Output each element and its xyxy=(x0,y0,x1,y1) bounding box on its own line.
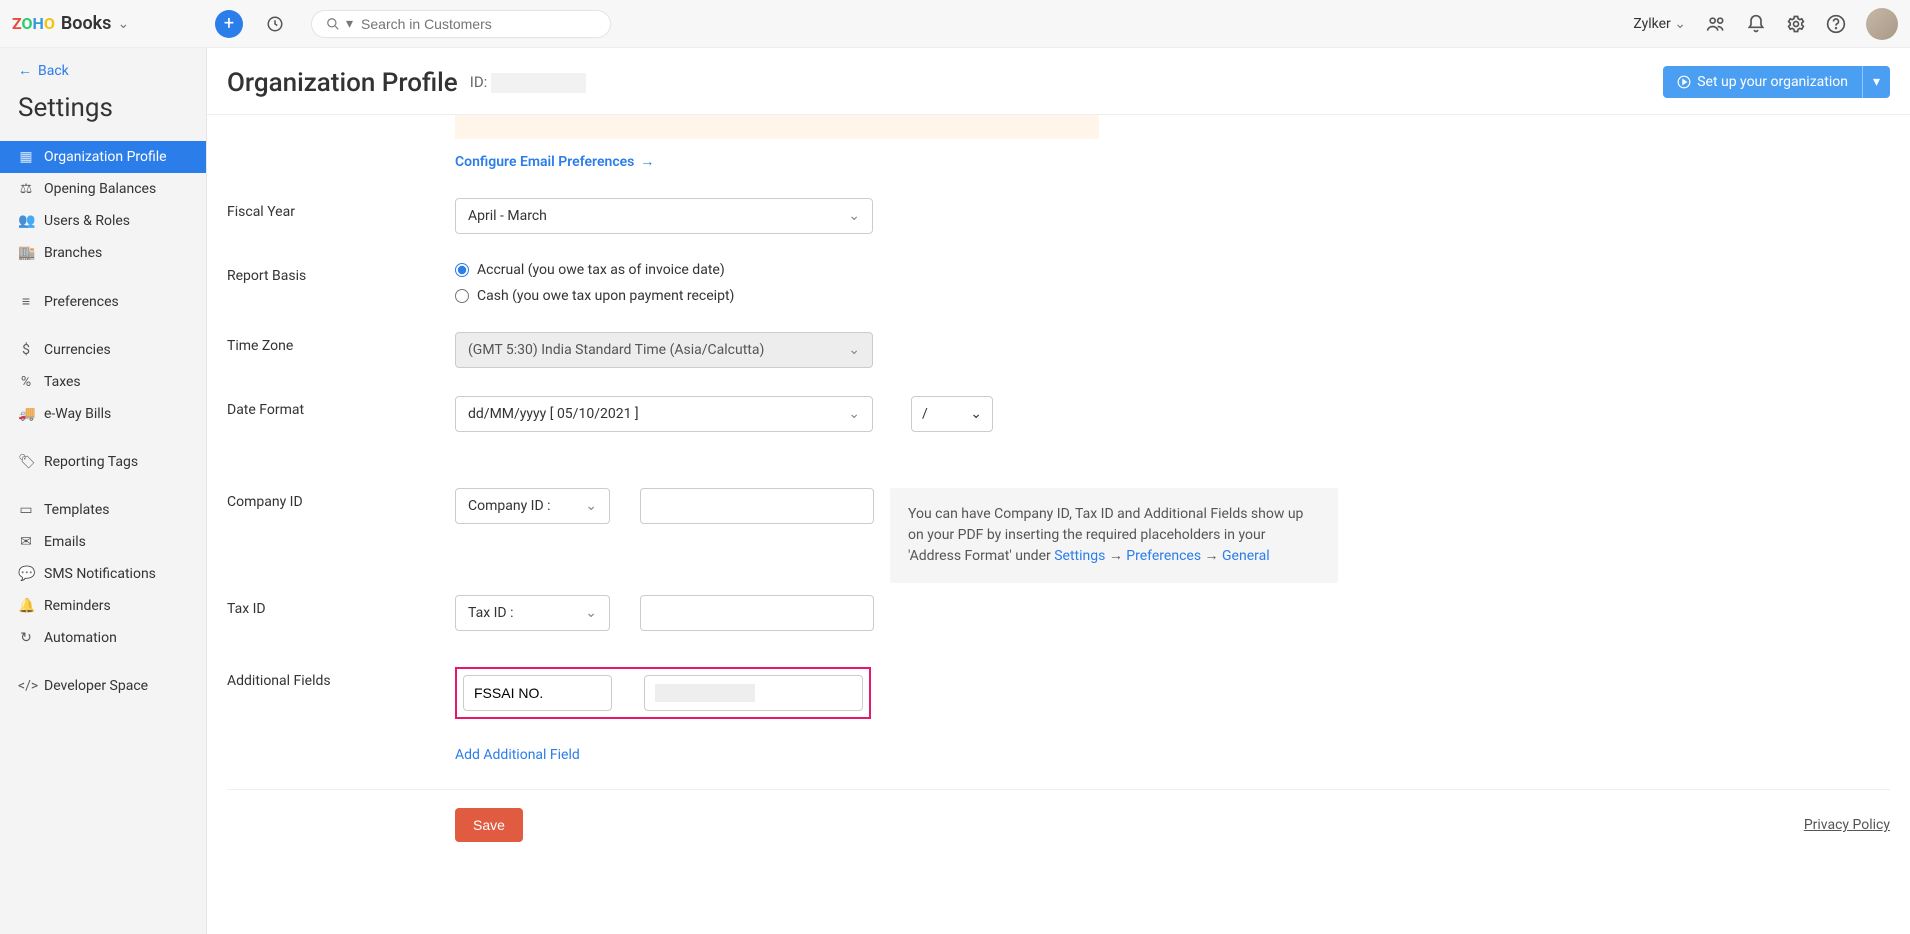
sidebar-item-opening-balances[interactable]: ⚖Opening Balances xyxy=(0,173,206,205)
sidebar-item-automation[interactable]: ↻Automation xyxy=(0,622,206,654)
template-icon: ▭ xyxy=(18,502,34,518)
sidebar-item-branches[interactable]: 🏬Branches xyxy=(0,237,206,269)
sliders-icon: ≡ xyxy=(18,293,34,310)
arrow-left-icon: ← xyxy=(18,62,32,79)
sidebar-item-currencies[interactable]: $Currencies xyxy=(0,334,206,366)
additional-field-highlight xyxy=(455,667,871,719)
quick-create-button[interactable]: + xyxy=(215,10,243,38)
balance-icon: ⚖ xyxy=(18,181,34,197)
books-logo: Books xyxy=(61,13,112,34)
search-input[interactable] xyxy=(361,16,596,32)
sidebar-item-reminders[interactable]: 🔔Reminders xyxy=(0,590,206,622)
sidebar-item-users-roles[interactable]: 👥Users & Roles xyxy=(0,205,206,237)
help-icon[interactable] xyxy=(1826,14,1846,34)
page-title: Organization Profile xyxy=(227,68,458,98)
avatar[interactable] xyxy=(1866,8,1898,40)
privacy-policy-link[interactable]: Privacy Policy xyxy=(1804,817,1890,833)
preferences-link[interactable]: Preferences xyxy=(1126,548,1201,564)
users-icon: 👥 xyxy=(18,213,34,229)
company-id-input[interactable] xyxy=(640,488,874,524)
history-icon[interactable] xyxy=(261,10,289,38)
chevron-down-icon: ⌄ xyxy=(585,498,597,514)
bell-icon[interactable] xyxy=(1746,14,1766,34)
configure-email-link[interactable]: Configure Email Preferences → xyxy=(455,153,1890,170)
company-id-select[interactable]: Company ID :⌄ xyxy=(455,488,610,524)
report-basis-label: Report Basis xyxy=(227,262,455,284)
code-icon: </> xyxy=(18,678,34,694)
date-separator-select[interactable]: /⌄ xyxy=(911,396,993,432)
sidebar: ← Back Settings ▦Organization Profile ⚖O… xyxy=(0,48,207,934)
logo[interactable]: ZOHO Books ⌄ xyxy=(12,13,207,34)
company-id-label: Company ID xyxy=(227,488,455,510)
main: Organization Profile ID: Set up your org… xyxy=(207,48,1910,934)
tax-icon: % xyxy=(18,374,34,390)
search-icon xyxy=(326,17,340,31)
chevron-down-icon: ⌄ xyxy=(848,208,860,224)
gear-icon[interactable] xyxy=(1786,14,1806,34)
search-scope-chevron-icon[interactable]: ▾ xyxy=(346,16,353,32)
tax-id-label: Tax ID xyxy=(227,595,455,617)
zoho-logo: ZOHO xyxy=(12,14,55,33)
page-header: Organization Profile ID: Set up your org… xyxy=(207,48,1910,115)
back-label: Back xyxy=(38,63,69,79)
chevron-down-icon: ⌄ xyxy=(970,406,982,422)
sms-icon: 💬 xyxy=(18,566,34,582)
save-button[interactable]: Save xyxy=(455,808,523,842)
report-basis-accrual[interactable]: Accrual (you owe tax as of invoice date) xyxy=(455,262,734,278)
topbar-right: Zylker ⌄ xyxy=(1633,8,1898,40)
sidebar-item-templates[interactable]: ▭Templates xyxy=(0,494,206,526)
truck-icon: 🚚 xyxy=(18,406,34,422)
refer-icon[interactable] xyxy=(1706,14,1726,34)
chevron-down-icon: ⌄ xyxy=(848,342,860,358)
timezone-label: Time Zone xyxy=(227,332,455,354)
sidebar-title: Settings xyxy=(0,87,206,141)
setup-dropdown-caret[interactable]: ▾ xyxy=(1862,66,1890,98)
reminder-icon: 🔔 xyxy=(18,598,34,614)
sidebar-item-eway-bills[interactable]: 🚚e-Way Bills xyxy=(0,398,206,430)
additional-field-value-input[interactable] xyxy=(644,675,863,711)
info-banner xyxy=(455,115,1099,139)
arrow-right-icon: → xyxy=(640,153,654,170)
dateformat-label: Date Format xyxy=(227,396,455,418)
add-additional-field-link[interactable]: Add Additional Field xyxy=(455,747,1890,763)
org-id-label: ID: xyxy=(470,73,586,93)
setup-organization-button[interactable]: Set up your organization ▾ xyxy=(1663,66,1890,98)
tag-icon: 🏷 xyxy=(18,454,34,470)
play-circle-icon xyxy=(1677,75,1691,89)
sidebar-item-emails[interactable]: ✉Emails xyxy=(0,526,206,558)
chevron-down-icon: ⌄ xyxy=(848,406,860,422)
dateformat-select[interactable]: dd/MM/yyyy [ 05/10/2021 ]⌄ xyxy=(455,396,873,432)
search-bar[interactable]: ▾ xyxy=(311,10,611,38)
tax-id-input[interactable] xyxy=(640,595,874,631)
additional-fields-label: Additional Fields xyxy=(227,667,455,689)
sidebar-item-preferences[interactable]: ≡Preferences xyxy=(0,285,206,318)
back-link[interactable]: ← Back xyxy=(0,48,206,87)
mail-icon: ✉ xyxy=(18,534,34,550)
info-box: You can have Company ID, Tax ID and Addi… xyxy=(890,488,1338,583)
divider xyxy=(227,789,1890,790)
chevron-down-icon: ⌄ xyxy=(585,605,597,621)
sidebar-item-taxes[interactable]: %Taxes xyxy=(0,366,206,398)
org-id-value-redacted xyxy=(491,73,586,93)
sidebar-item-sms[interactable]: 💬SMS Notifications xyxy=(0,558,206,590)
organization-switcher[interactable]: Zylker ⌄ xyxy=(1633,16,1686,32)
building-icon: ▦ xyxy=(18,149,34,165)
branches-icon: 🏬 xyxy=(18,245,34,261)
sidebar-item-organization-profile[interactable]: ▦Organization Profile xyxy=(0,141,206,173)
currency-icon: $ xyxy=(18,342,34,358)
automation-icon: ↻ xyxy=(18,630,34,646)
general-link[interactable]: General xyxy=(1222,548,1270,564)
sidebar-item-developer-space[interactable]: </>Developer Space xyxy=(0,670,206,702)
timezone-select[interactable]: (GMT 5:30) India Standard Time (Asia/Cal… xyxy=(455,332,873,368)
fiscal-year-select[interactable]: April - March⌄ xyxy=(455,198,873,234)
topbar: ZOHO Books ⌄ + ▾ Zylker ⌄ xyxy=(0,0,1910,48)
chevron-down-icon[interactable]: ⌄ xyxy=(117,16,129,32)
settings-link[interactable]: Settings xyxy=(1054,548,1105,564)
fiscal-year-label: Fiscal Year xyxy=(227,198,455,220)
report-basis-cash[interactable]: Cash (you owe tax upon payment receipt) xyxy=(455,288,734,304)
additional-field-name-input[interactable] xyxy=(463,675,612,711)
sidebar-item-reporting-tags[interactable]: 🏷Reporting Tags xyxy=(0,446,206,478)
tax-id-select[interactable]: Tax ID :⌄ xyxy=(455,595,610,631)
